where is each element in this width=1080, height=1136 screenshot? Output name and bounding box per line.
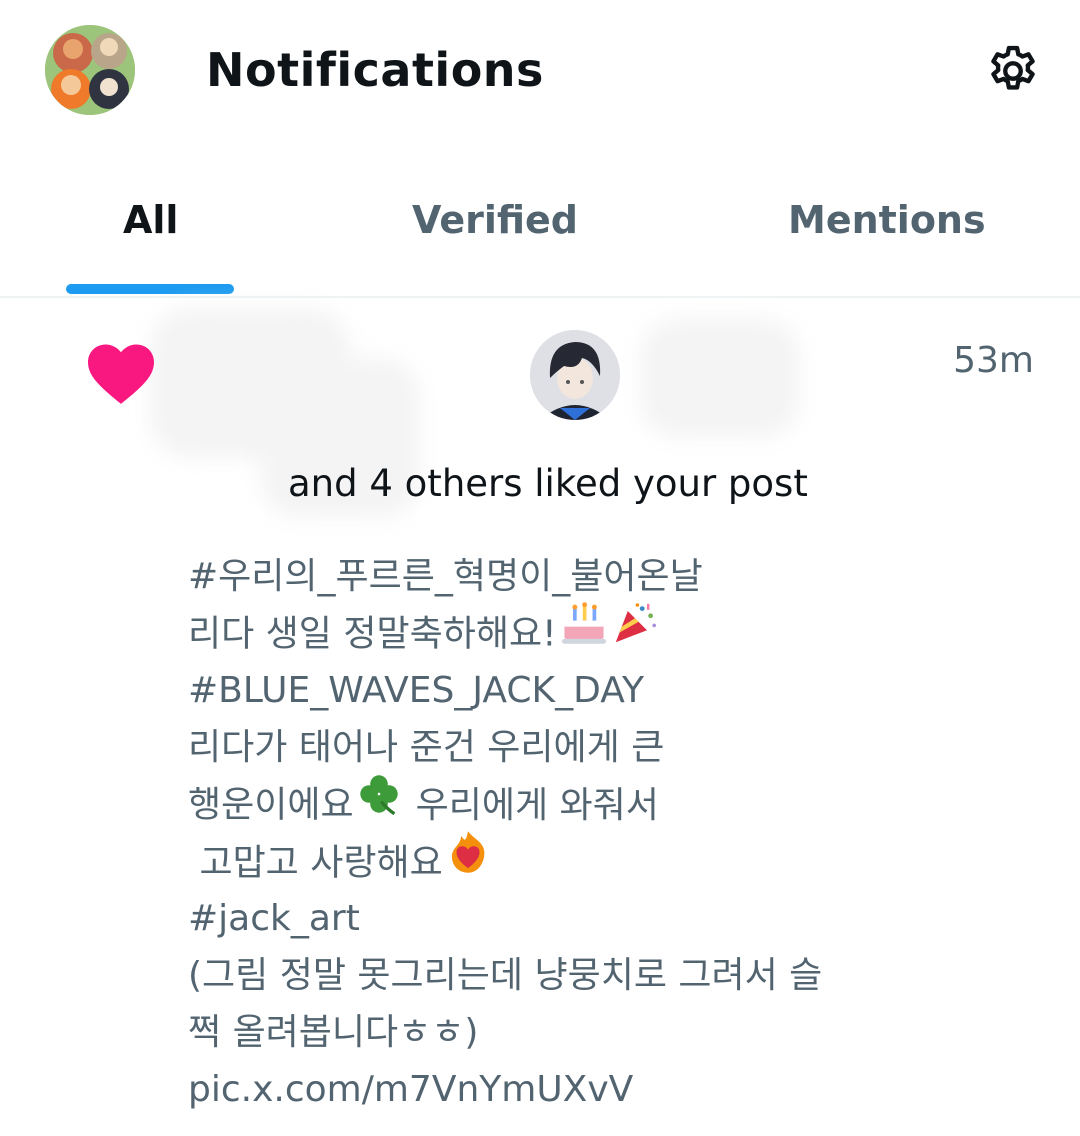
post-link[interactable]: pic.x.com/m7VnYmUXvV	[188, 1061, 1048, 1118]
post-line: #jack_art	[188, 898, 360, 939]
page-title: Notifications	[206, 43, 544, 97]
post-line: 쩍 올려봅니다ㅎㅎ)	[188, 1012, 479, 1053]
notification-summary: and 4 others liked your post	[288, 460, 808, 508]
active-tab-indicator	[66, 284, 234, 294]
post-line: 고맙고 사랑해요	[188, 831, 1048, 890]
post-line: 리다가 태어나 준건 우리에게 큰	[188, 727, 665, 768]
group-avatar-icon	[45, 25, 135, 115]
clover-icon	[356, 772, 402, 833]
heart-on-fire-icon	[445, 829, 491, 892]
party-popper-icon	[611, 601, 659, 662]
post-preview[interactable]: #우리의_푸르른_혁명이_불어온날 리다 생일 정말축하해요! #BLUE_WA…	[188, 548, 1048, 1118]
redaction-smudge	[640, 318, 800, 438]
post-line: (그림 정말 못그리는데 냥뭉치로 그려서 슬	[188, 955, 823, 996]
user-avatar-icon	[530, 330, 620, 420]
notification-item[interactable]: 53m and 4 others liked your post #우리의_푸르…	[0, 298, 1080, 1136]
profile-avatar[interactable]	[45, 25, 135, 115]
settings-button[interactable]	[984, 42, 1042, 100]
summary-text: and 4 others liked your post	[288, 462, 808, 505]
tab-mentions[interactable]: Mentions	[788, 195, 986, 245]
cake-icon	[559, 601, 609, 662]
tab-verified[interactable]: Verified	[412, 195, 578, 245]
header: Notifications	[0, 0, 1080, 140]
notification-time: 53m	[953, 340, 1034, 381]
post-line: 행운이에요 우리에게 와줘서	[188, 775, 1048, 833]
post-line: #우리의_푸르른_혁명이_불어온날	[188, 556, 703, 597]
post-line: 리다 생일 정말축하해요!	[188, 602, 1048, 662]
post-line: #BLUE_WAVES_JACK_DAY	[188, 670, 645, 711]
tab-all[interactable]: All	[123, 195, 178, 245]
liker-avatar[interactable]	[530, 330, 620, 420]
heart-icon	[84, 340, 158, 406]
notification-tabs: All Verified Mentions	[0, 140, 1080, 298]
gear-icon	[991, 45, 1035, 90]
